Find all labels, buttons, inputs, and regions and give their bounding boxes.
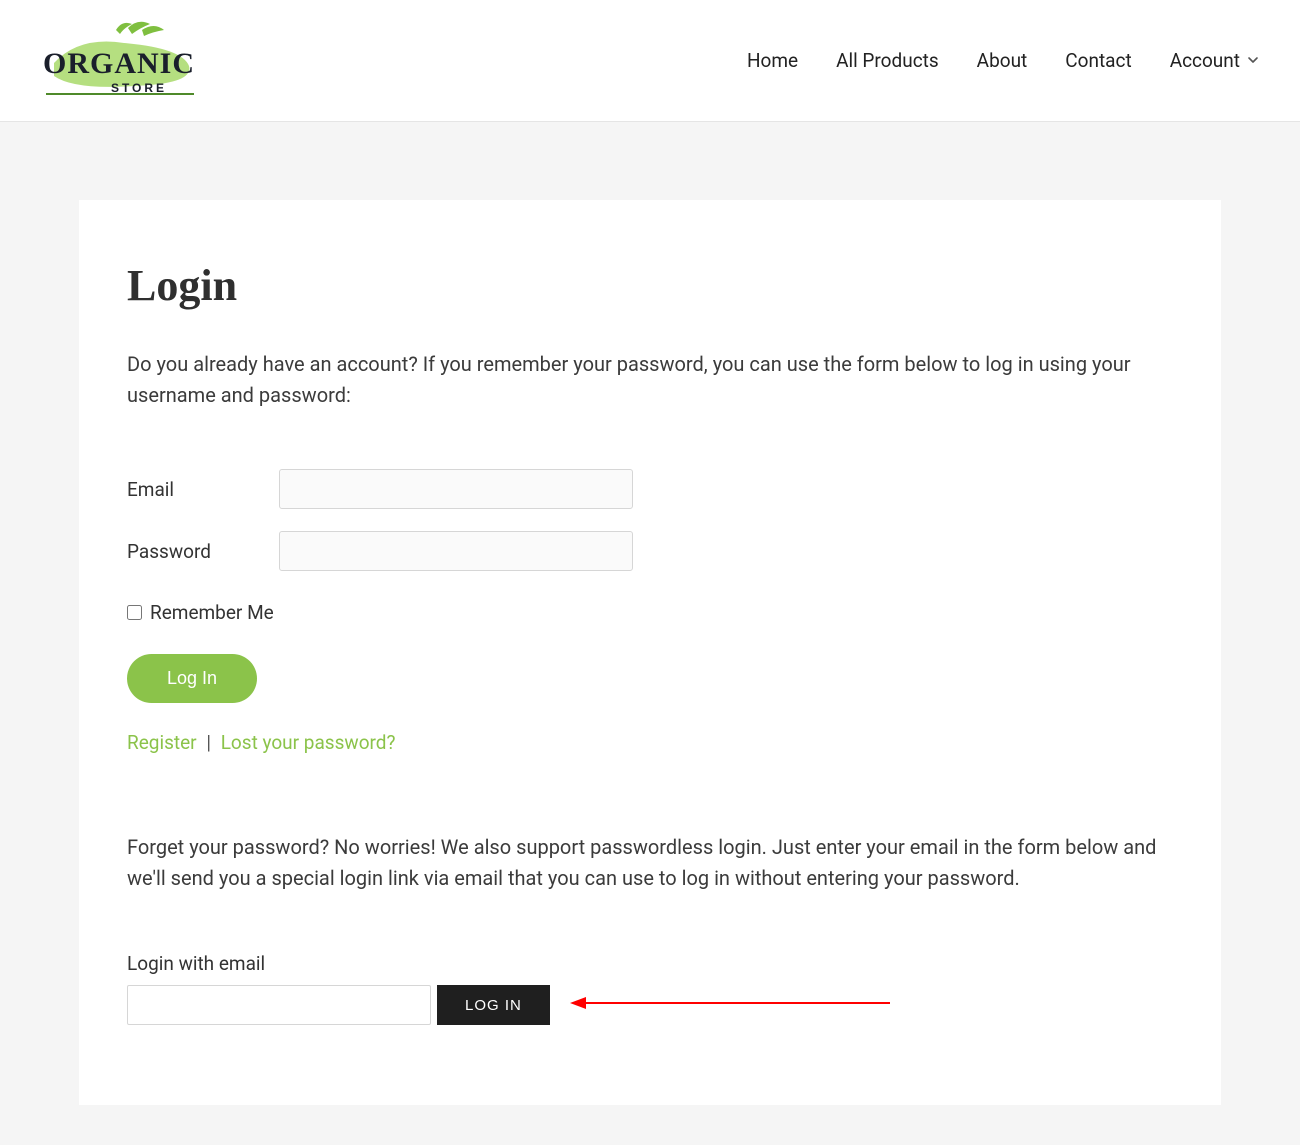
- password-row: Password: [127, 531, 1173, 571]
- svg-text:ORGANIC: ORGANIC: [43, 47, 195, 80]
- login-card: Login Do you already have an account? If…: [79, 200, 1221, 1105]
- passwordless-email-field[interactable]: [127, 985, 431, 1025]
- svg-text:STORE: STORE: [111, 81, 167, 95]
- login-button[interactable]: Log In: [127, 654, 257, 703]
- nav-account-label: Account: [1170, 49, 1240, 72]
- nav-all-products[interactable]: All Products: [836, 49, 939, 72]
- site-header: ORGANIC STORE Home All Products About Co…: [0, 0, 1300, 122]
- link-separator: |: [206, 731, 211, 754]
- password-field[interactable]: [279, 531, 633, 571]
- remember-checkbox[interactable]: [127, 605, 142, 620]
- passwordless-label: Login with email: [127, 952, 1173, 975]
- site-logo[interactable]: ORGANIC STORE: [24, 18, 214, 103]
- page-body: Login Do you already have an account? If…: [0, 122, 1300, 1145]
- lost-password-link[interactable]: Lost your password?: [221, 731, 396, 754]
- nav-contact[interactable]: Contact: [1065, 49, 1131, 72]
- remember-label: Remember Me: [150, 601, 274, 624]
- email-field[interactable]: [279, 469, 633, 509]
- passwordless-login-button[interactable]: LOG IN: [437, 985, 550, 1025]
- password-label: Password: [127, 540, 279, 563]
- primary-nav: Home All Products About Contact Account: [747, 49, 1260, 72]
- chevron-down-icon: [1246, 49, 1260, 72]
- register-link[interactable]: Register: [127, 731, 197, 754]
- page-title: Login: [127, 260, 1173, 311]
- email-label: Email: [127, 478, 279, 501]
- passwordless-intro-text: Forget your password? No worries! We als…: [127, 832, 1173, 894]
- login-intro-text: Do you already have an account? If you r…: [127, 349, 1173, 411]
- email-row: Email: [127, 469, 1173, 509]
- auth-links: Register | Lost your password?: [127, 731, 1173, 754]
- remember-row: Remember Me: [127, 601, 1173, 624]
- nav-account[interactable]: Account: [1170, 49, 1260, 72]
- passwordless-section: Login with email LOG IN: [127, 952, 1173, 1025]
- nav-home[interactable]: Home: [747, 49, 798, 72]
- nav-about[interactable]: About: [977, 49, 1028, 72]
- annotation-arrow-icon: [570, 993, 890, 1017]
